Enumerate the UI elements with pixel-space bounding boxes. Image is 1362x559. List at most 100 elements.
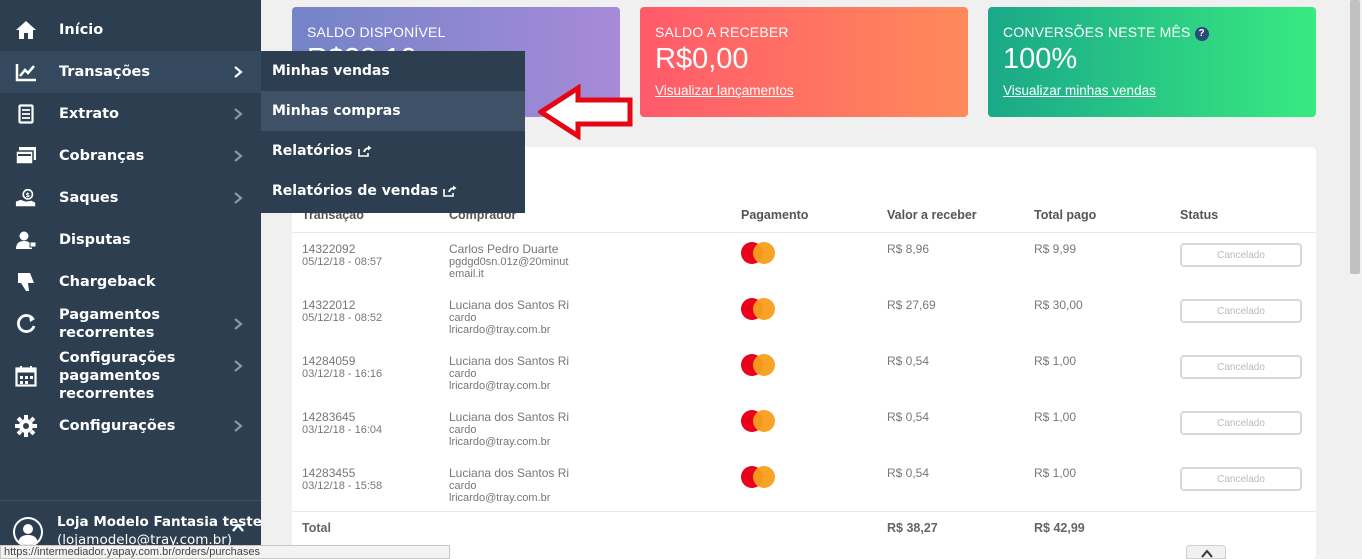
sidebar-item-label: Pagamentos recorrentes — [59, 307, 160, 341]
hand-coin-icon: $ — [15, 187, 37, 209]
transaction-date: 05/12/18 - 08:57 — [302, 256, 383, 268]
transaction-id: 14322012 — [302, 298, 356, 312]
buyer-detail: cardo — [449, 312, 477, 324]
submenu-item-relatorios-de-vendas[interactable]: Relatórios de vendas — [261, 171, 525, 211]
sidebar-item-extrato[interactable]: Extrato — [0, 93, 261, 135]
scrollbar-thumb[interactable] — [1350, 0, 1360, 274]
submenu-item-relatorios[interactable]: Relatórios — [261, 131, 525, 171]
submenu-item-minhas-compras[interactable]: Minhas compras — [261, 91, 525, 131]
sidebar-item-saques[interactable]: $ Saques — [0, 177, 261, 219]
gear-icon — [15, 415, 37, 437]
page-scrollbar[interactable] — [1348, 0, 1362, 559]
sidebar-item-label: Configurações pagamentos recorrentes — [59, 350, 176, 402]
total-pago: R$ 30,00 — [1034, 298, 1083, 312]
buyer-name: Luciana dos Santos Ri — [449, 354, 570, 368]
status-badge: Cancelado — [1180, 243, 1302, 267]
sidebar-item-inicio[interactable]: Início — [0, 9, 261, 51]
svg-text:$: $ — [26, 191, 31, 199]
valor-a-receber: R$ 0,54 — [887, 466, 930, 480]
external-link-icon — [357, 145, 371, 157]
sidebar-item-label: Cobranças — [59, 148, 145, 164]
user-icon — [18, 524, 38, 545]
submenu-item-label: Relatórios de vendas — [272, 183, 439, 199]
valor-a-receber: R$ 27,69 — [887, 298, 936, 312]
sidebar-item-label: Extrato — [59, 106, 120, 122]
chevron-up-icon[interactable] — [231, 523, 245, 533]
avatar — [13, 517, 43, 547]
card-title: CONVERSÕES NESTE MÊS? — [1003, 24, 1209, 41]
valor-a-receber: R$ 8,96 — [887, 242, 930, 256]
refresh-icon — [15, 313, 37, 335]
total-pago-sum: R$ 42,99 — [1034, 521, 1085, 535]
buyer-email: lricardo@tray.com.br — [449, 380, 551, 392]
mastercard-icon — [741, 298, 777, 320]
total-pago: R$ 1,00 — [1034, 410, 1077, 424]
total-pago: R$ 1,00 — [1034, 354, 1077, 368]
sidebar-item-configuracoes-pagamentos[interactable]: Configurações pagamentos recorrentes — [0, 344, 261, 408]
card-conversoes: CONVERSÕES NESTE MÊS? 100% Visualizar mi… — [988, 7, 1316, 117]
total-label: Total — [302, 521, 331, 535]
buyer-email: lricardo@tray.com.br — [449, 324, 551, 336]
card-value: R$0,00 — [655, 43, 749, 75]
visualizar-minhas-vendas-link[interactable]: Visualizar minhas vendas — [1003, 83, 1156, 98]
sidebar-item-chargeback[interactable]: Chargeback — [0, 261, 261, 303]
submenu-item-label: Minhas compras — [272, 103, 401, 119]
mastercard-icon — [741, 242, 777, 264]
buyer-name: Carlos Pedro Duarte — [449, 242, 559, 256]
sidebar-item-configuracoes[interactable]: Configurações — [0, 405, 261, 447]
transaction-date: 05/12/18 - 08:52 — [302, 312, 383, 324]
buyer-name: Luciana dos Santos Ri — [449, 410, 570, 424]
column-header: Valor a receber — [887, 208, 977, 222]
sidebar-item-disputas[interactable]: Disputas — [0, 219, 261, 261]
card-saldo-a-receber: SALDO A RECEBER R$0,00 Visualizar lançam… — [640, 7, 968, 117]
back-to-top-button[interactable] — [1186, 545, 1226, 559]
chevron-right-icon — [234, 360, 243, 372]
mastercard-icon — [741, 410, 777, 432]
browser-status-url: https://intermediador.yapay.com.br/order… — [0, 545, 450, 559]
buyer-detail: cardo — [449, 424, 477, 436]
transaction-id: 14284059 — [302, 354, 356, 368]
document-icon — [15, 103, 37, 125]
sidebar: Início Transações Extrato Cobranças $ Sa… — [0, 0, 262, 559]
column-header: Pagamento — [741, 208, 809, 222]
help-icon[interactable]: ? — [1194, 26, 1209, 41]
submenu-item-minhas-vendas[interactable]: Minhas vendas — [261, 51, 525, 91]
transacoes-submenu: Minhas vendas Minhas compras Relatórios … — [261, 51, 525, 213]
chevron-up-icon — [1201, 549, 1213, 558]
buyer-email: lricardo@tray.com.br — [449, 492, 551, 504]
chevron-right-icon — [234, 108, 243, 120]
red-arrow-annotation — [538, 84, 633, 140]
buyer-email: lricardo@tray.com.br — [449, 436, 551, 448]
external-link-icon — [443, 185, 457, 197]
buyer-name: Luciana dos Santos Ri — [449, 298, 570, 312]
calendar-icon — [15, 365, 37, 387]
user-dispute-icon — [15, 229, 37, 251]
sidebar-item-label: Disputas — [59, 232, 131, 248]
transaction-id: 14283455 — [302, 466, 356, 480]
chevron-right-icon — [234, 192, 243, 204]
visualizar-lancamentos-link[interactable]: Visualizar lançamentos — [655, 83, 794, 98]
home-icon — [15, 19, 37, 41]
chevron-right-icon — [234, 318, 243, 330]
buyer-detail: cardo — [449, 368, 477, 380]
sidebar-item-label: Chargeback — [59, 274, 156, 290]
sidebar-item-cobrancas[interactable]: Cobranças — [0, 135, 261, 177]
total-pago: R$ 1,00 — [1034, 466, 1077, 480]
buyer-name: Luciana dos Santos Ri — [449, 466, 570, 480]
status-badge: Cancelado — [1180, 467, 1302, 491]
chevron-right-icon — [234, 420, 243, 432]
sidebar-item-pagamentos-recorrentes[interactable]: Pagamentos recorrentes — [0, 303, 261, 345]
thumbs-down-icon — [15, 271, 37, 293]
transaction-id: 14322092 — [302, 242, 356, 256]
chevron-right-icon — [234, 66, 243, 78]
sidebar-item-transacoes[interactable]: Transações — [0, 51, 261, 93]
transaction-date: 03/12/18 - 15:58 — [302, 480, 383, 492]
total-pago: R$ 9,99 — [1034, 242, 1077, 256]
mastercard-icon — [741, 354, 777, 376]
invoice-icon — [15, 145, 37, 167]
sidebar-item-label: Início — [59, 22, 104, 38]
divider — [292, 511, 1316, 512]
buyer-detail: pgdgd0sn.01z@20minut — [449, 256, 569, 268]
sidebar-item-label: Transações — [59, 64, 150, 80]
chevron-right-icon — [234, 150, 243, 162]
